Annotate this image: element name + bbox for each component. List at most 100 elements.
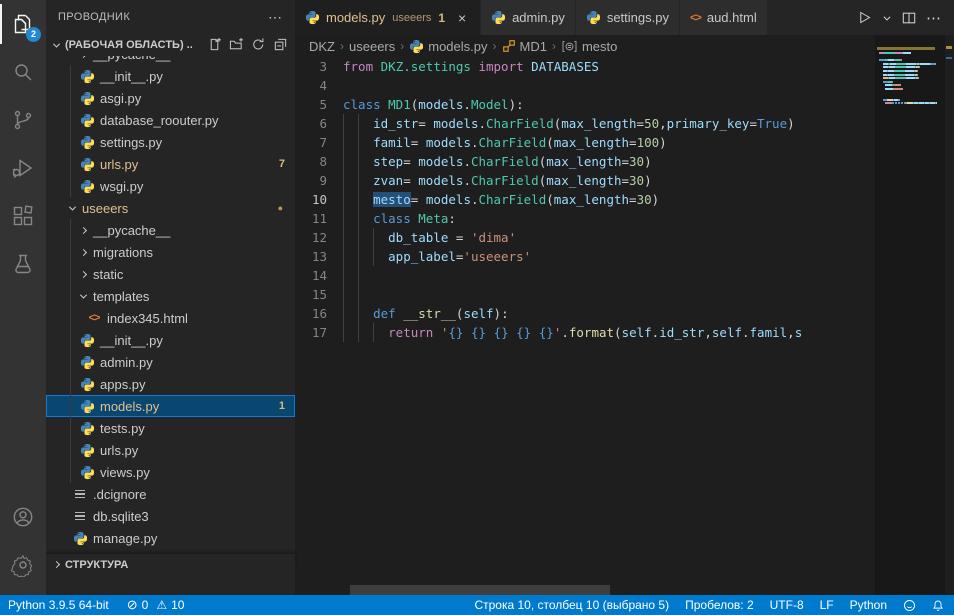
tree-file-models.py[interactable]: models.py1 [46,395,295,417]
file-label: views.py [100,465,150,480]
indent-guide [373,323,374,342]
status-notifications[interactable] [932,599,944,612]
code-token: self [622,325,652,340]
tab-label: aud.html [707,10,757,25]
tree-file-views.py[interactable]: views.py [46,461,295,483]
line-number[interactable]: 3 [295,57,343,76]
tree-file-admin.py[interactable]: admin.py [46,351,295,373]
code-token [343,249,388,264]
refresh-icon[interactable] [251,37,267,53]
new-folder-icon[interactable] [229,37,245,53]
breadcrumb-item-MD1[interactable]: MD1 [502,39,547,54]
tree-file-urls.py[interactable]: urls.py [46,439,295,461]
line-number[interactable]: 16 [295,304,343,323]
code-line-11: 11 class Meta: [295,209,875,228]
tab-admin.py[interactable]: admin.py [481,0,576,35]
tree-file-apps.py[interactable]: apps.py [46,373,295,395]
horizontal-scrollbar[interactable] [350,585,610,595]
activity-item-explorer[interactable]: 2 [0,0,46,48]
run-button[interactable] [857,10,872,25]
tree-folder-__pycache__[interactable]: __pycache__ [46,56,295,65]
status-indentation[interactable]: Пробелов: 2 [685,598,754,612]
tree-file-settings.py[interactable]: settings.py [46,131,295,153]
tree-folder-templates[interactable]: templates [46,285,295,307]
minimap[interactable] [875,35,945,595]
outline-section-header[interactable]: СТРУКТУРА [46,553,295,575]
code-token: 30 [629,173,644,188]
line-number[interactable]: 14 [295,266,343,285]
tree-folder-useeers[interactable]: useeers● [46,197,295,219]
tree-file-database_roouter.py[interactable]: database_roouter.py [46,109,295,131]
tree-file-.dcignore[interactable]: .dcignore [46,483,295,505]
status-problems[interactable]: ⊘0⚠10 [127,597,185,613]
breadcrumb-item-DKZ[interactable]: DKZ [309,39,335,54]
line-number[interactable]: 6 [295,114,343,133]
breadcrumb-item-useeers[interactable]: useeers [349,39,395,54]
status-feedback[interactable] [903,599,916,612]
code-editor[interactable]: 3from DKZ.settings import DATABASES45cla… [295,57,875,595]
new-file-icon[interactable] [207,37,223,53]
explorer-more-actions-icon[interactable]: ⋯ [268,9,283,26]
code-token: {} [448,325,463,340]
status-language-mode[interactable]: Python [850,598,887,612]
activity-item-testing[interactable] [0,240,46,288]
collapse-all-icon[interactable] [273,37,289,53]
tree-folder-__pycache__[interactable]: __pycache__ [46,219,295,241]
tab-settings.py[interactable]: settings.py [576,0,680,35]
activity-item-account[interactable] [0,493,46,541]
status-cursor-position[interactable]: Строка 10, столбец 10 (выбрано 5) [474,598,669,612]
line-number[interactable]: 5 [295,95,343,114]
tree-file-__init__.py[interactable]: __init__.py [46,65,295,87]
indent-guide [358,171,359,190]
line-number[interactable]: 13 [295,247,343,266]
code-token: , [704,325,712,340]
code-line-content: class Meta: [343,209,875,228]
testing-icon [11,252,35,276]
tree-file-db.sqlite3[interactable]: db.sqlite3 [46,505,295,527]
tree-file-__init__.py[interactable]: __init__.py [46,329,295,351]
code-token: models [418,97,463,112]
activity-item-extensions[interactable] [0,192,46,240]
line-number[interactable]: 11 [295,209,343,228]
breadcrumb-item-models.py[interactable]: models.py [409,39,487,54]
more-actions-button[interactable]: ⋯ [926,9,942,27]
code-token [343,325,388,340]
code-token: self [463,306,493,321]
tree-folder-migrations[interactable]: migrations [46,241,295,263]
activity-item-search[interactable] [0,48,46,96]
activity-item-source-control[interactable] [0,96,46,144]
tree-file-manage.py[interactable]: manage.py [46,527,295,549]
code-line-16: 16 def __str__(self): [295,304,875,323]
workspace-section-header[interactable]: (РАБОЧАЯ ОБЛАСТЬ) ... [46,34,295,56]
activity-item-run-debug[interactable] [0,144,46,192]
line-number[interactable]: 15 [295,285,343,304]
close-icon[interactable]: × [454,10,470,26]
run-dropdown[interactable] [882,13,892,23]
indent-guide [358,152,359,171]
line-number[interactable]: 8 [295,152,343,171]
breadcrumb-separator: › [552,39,556,53]
tab-aud.html[interactable]: <>aud.html [680,0,768,35]
tree-file-wsgi.py[interactable]: wsgi.py [46,175,295,197]
tree-file-tests.py[interactable]: tests.py [46,417,295,439]
line-number[interactable]: 7 [295,133,343,152]
breadcrumb-item-mesto[interactable]: mesto [561,39,617,54]
line-number[interactable]: 12 [295,228,343,247]
activity-item-settings[interactable] [0,541,46,589]
status-encoding[interactable]: UTF-8 [770,598,804,612]
status-eol[interactable]: LF [820,598,834,612]
line-number[interactable]: 9 [295,171,343,190]
code-token: = [637,116,645,131]
code-line-14: 14 [295,266,875,285]
tree-folder-static[interactable]: static [46,263,295,285]
split-editor-button[interactable] [902,11,916,25]
line-number[interactable]: 10 [295,190,343,209]
line-number[interactable]: 17 [295,323,343,342]
tab-models.py[interactable]: models.pyuseeers1× [295,0,481,35]
tree-file-index345.html[interactable]: <>index345.html [46,307,295,329]
line-number[interactable]: 4 [295,76,343,95]
tree-file-urls.py[interactable]: urls.py7 [46,153,295,175]
tree-file-asgi.py[interactable]: asgi.py [46,87,295,109]
status-python-interpreter[interactable]: Python 3.9.5 64-bit [8,598,109,612]
run-debug-icon [11,156,35,180]
